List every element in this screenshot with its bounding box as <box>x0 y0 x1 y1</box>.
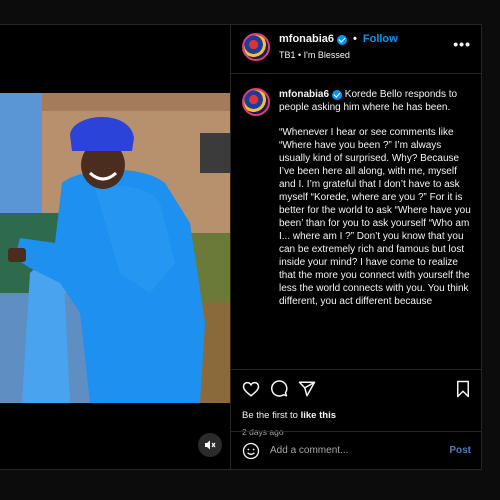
audio-subtitle[interactable]: TB1 • I'm Blessed <box>279 50 398 61</box>
comment-icon[interactable] <box>270 380 288 398</box>
bookmark-icon[interactable] <box>455 380 471 398</box>
post-details-panel: mfonabia6 • Follow TB1 • I'm Blessed •••… <box>230 25 481 469</box>
caption-avatar[interactable] <box>242 88 270 116</box>
post-photo[interactable] <box>0 93 230 403</box>
separator-dot: • <box>353 33 357 45</box>
header-username[interactable]: mfonabia6 <box>279 33 334 47</box>
likes-text: Be the first to like this <box>242 410 471 421</box>
caption-username[interactable]: mfonabia6 <box>279 88 329 101</box>
comment-input[interactable] <box>270 445 450 456</box>
post-modal: mfonabia6 • Follow TB1 • I'm Blessed •••… <box>0 24 482 470</box>
verified-icon <box>337 34 348 45</box>
heart-icon[interactable] <box>242 380 260 398</box>
comments-area: mfonabia6 Korede Bello responds to peopl… <box>231 74 481 369</box>
share-icon[interactable] <box>298 380 316 398</box>
like-this-link[interactable]: like this <box>301 410 336 421</box>
follow-button[interactable]: Follow <box>363 33 398 47</box>
more-options-icon[interactable]: ••• <box>453 37 471 51</box>
emoji-icon[interactable] <box>242 442 260 460</box>
caption: mfonabia6 Korede Bello responds to peopl… <box>279 88 471 369</box>
post-header: mfonabia6 • Follow TB1 • I'm Blessed ••• <box>231 25 481 74</box>
avatar[interactable] <box>242 33 270 61</box>
post-comment-button[interactable]: Post <box>449 445 471 456</box>
likes-prefix: Be the first to <box>242 410 301 421</box>
post-image <box>0 93 230 403</box>
post-media[interactable] <box>0 25 230 469</box>
mute-icon <box>205 440 216 450</box>
mute-button[interactable] <box>198 433 222 457</box>
verified-icon <box>332 89 343 100</box>
caption-body: “Whenever I hear or see comments like “W… <box>279 127 474 307</box>
add-comment-bar: Post <box>231 431 481 469</box>
